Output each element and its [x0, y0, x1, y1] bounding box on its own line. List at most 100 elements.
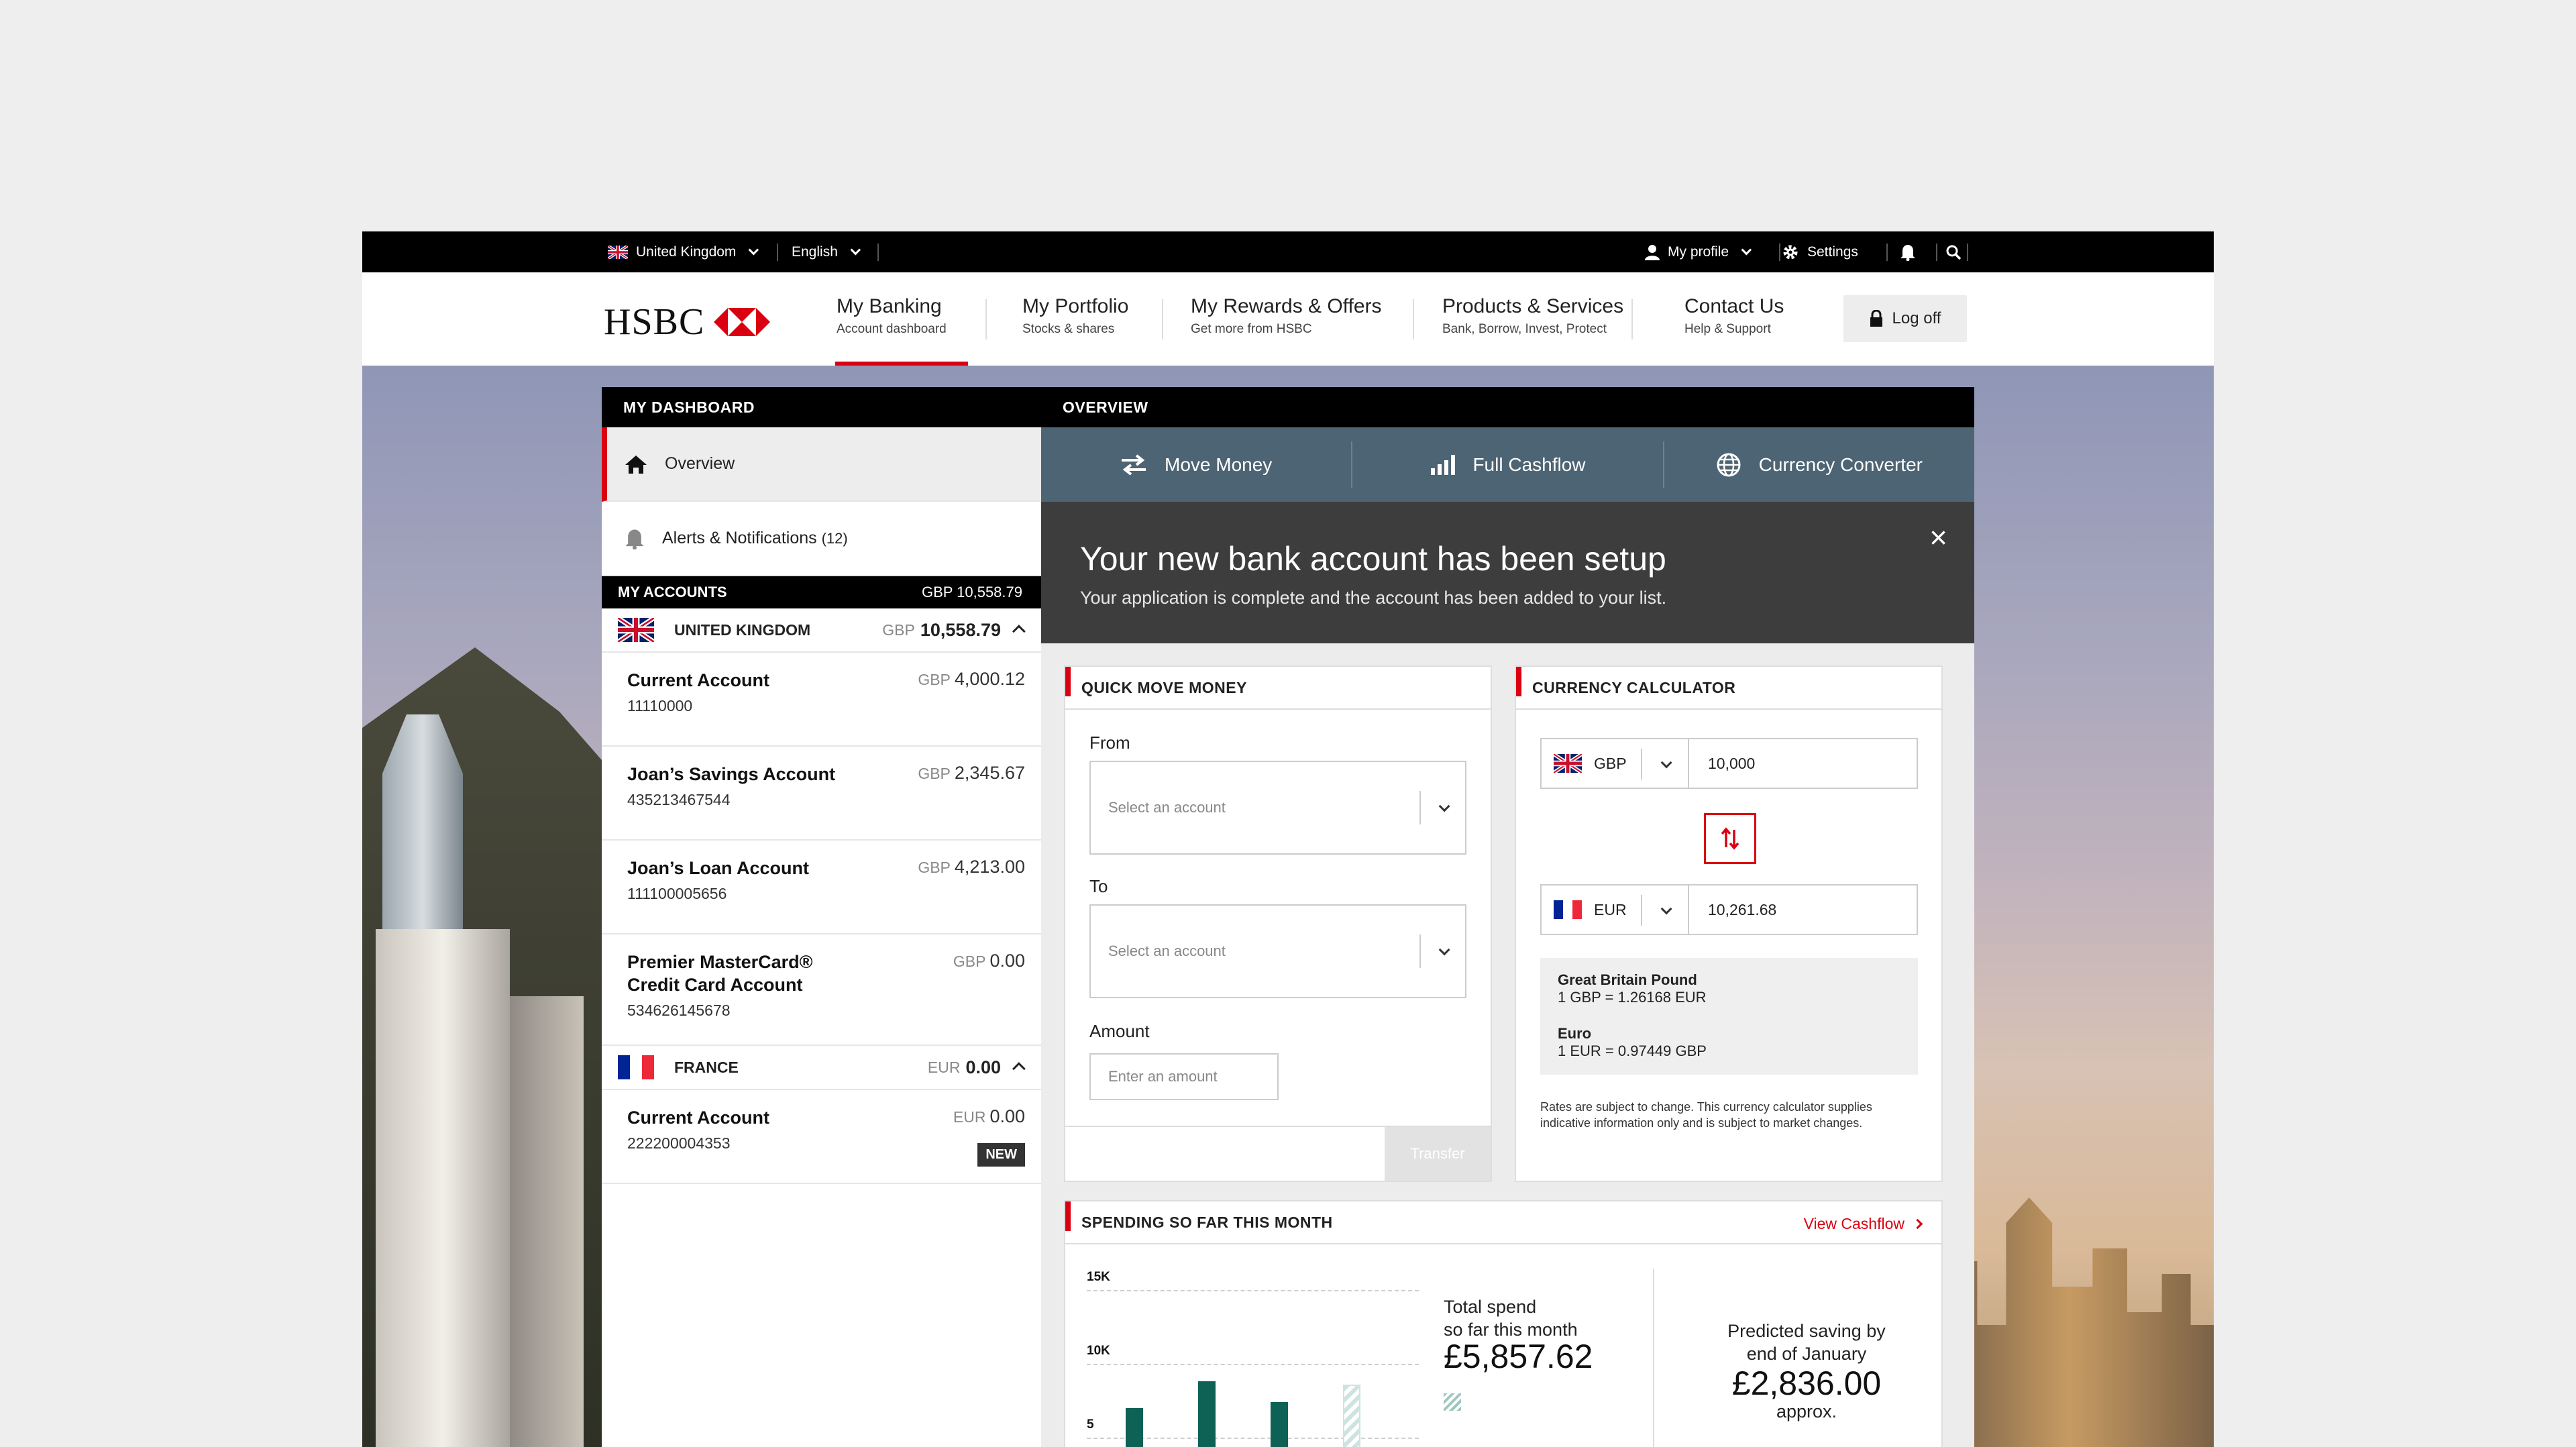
- from-currency-select[interactable]: GBP: [1542, 739, 1689, 788]
- profile-menu[interactable]: My profile: [1645, 231, 1752, 272]
- account-currency: GBP: [918, 859, 951, 876]
- from-amount-input[interactable]: 10,000: [1689, 755, 1755, 773]
- sidebar-item-label: Overview: [665, 454, 735, 473]
- banner-title: Your new bank account has been setup: [1080, 540, 1666, 578]
- person-icon: [1645, 244, 1660, 260]
- region-currency: GBP: [882, 621, 915, 639]
- nav-subtitle: Bank, Borrow, Invest, Protect: [1442, 322, 1607, 336]
- search-button[interactable]: [1945, 231, 1962, 272]
- to-currency-select[interactable]: EUR: [1542, 886, 1689, 934]
- account-amount: 4,213.00: [954, 857, 1025, 877]
- total-spend-label: Total spend: [1444, 1297, 1537, 1317]
- log-off-button[interactable]: Log off: [1843, 295, 1967, 342]
- close-icon[interactable]: ×: [1929, 519, 1947, 555]
- predicted-label: end of January: [1746, 1344, 1867, 1364]
- divider: [1967, 244, 1968, 261]
- nav-subtitle: Stocks & shares: [1022, 322, 1115, 336]
- spending-chart: 15K 10K 5: [1065, 1244, 1441, 1447]
- hsbc-banking-app: United Kingdom English My profile Settin…: [362, 231, 2214, 1447]
- divider: [1631, 299, 1633, 339]
- from-account-select[interactable]: Select an account: [1089, 761, 1466, 855]
- chevron-right-icon: [1912, 1218, 1923, 1230]
- account-number: 111100005656: [627, 885, 727, 902]
- account-number: 435213467544: [627, 791, 731, 808]
- spend-bar: [1198, 1381, 1216, 1447]
- nav-contact-us[interactable]: Contact Us Help & Support: [1684, 295, 1784, 337]
- account-item[interactable]: Current Account 222200004353 EUR 0.00 NEW: [602, 1090, 1041, 1184]
- alerts-count: (12): [821, 530, 848, 547]
- account-currency: GBP: [918, 671, 951, 688]
- chevron-down-icon: [1419, 934, 1465, 968]
- to-account-select[interactable]: Select an account: [1089, 904, 1466, 998]
- currency-code: EUR: [1594, 900, 1627, 918]
- region-france-header[interactable]: FRANCE EUR 0.00: [602, 1046, 1041, 1090]
- bell-icon: [1900, 244, 1915, 261]
- notifications-button[interactable]: [1900, 231, 1916, 272]
- hsbc-logo[interactable]: HSBC: [604, 301, 771, 343]
- bar-chart-icon: [1431, 454, 1456, 475]
- card-title: SPENDING SO FAR THIS MONTH View Cashflow: [1065, 1201, 1941, 1244]
- region-uk-header[interactable]: UNITED KINGDOM GBP 10,558.79: [602, 608, 1041, 653]
- swap-arrows-icon: [1721, 827, 1739, 850]
- transfer-button[interactable]: Transfer: [1385, 1127, 1491, 1181]
- dashboard-sidebar: MY DASHBOARD Overview Alerts & Notificat…: [602, 387, 1041, 1447]
- country-label: United Kingdom: [636, 244, 737, 260]
- nav-title: My Rewards & Offers: [1191, 295, 1382, 317]
- tool-label: Move Money: [1165, 453, 1273, 475]
- country-selector[interactable]: United Kingdom: [608, 231, 759, 272]
- banner-subtitle: Your application is complete and the acc…: [1080, 588, 1667, 608]
- amount-input[interactable]: Enter an amount: [1089, 1053, 1279, 1100]
- account-item[interactable]: Current Account 11110000 GBP 4,000.12: [602, 653, 1041, 747]
- main-navigation: HSBC My Banking Account dashboard My Por…: [362, 272, 2214, 366]
- dashboard-header: MY DASHBOARD: [602, 387, 1041, 427]
- move-money-tool[interactable]: Move Money: [1041, 441, 1351, 488]
- account-balance: GBP 0.00: [953, 951, 1025, 971]
- currency-converter-tool[interactable]: Currency Converter: [1662, 441, 1974, 488]
- nav-title: My Portfolio: [1022, 295, 1129, 317]
- to-currency-row: EUR 10,261.68: [1540, 884, 1918, 935]
- account-item[interactable]: Premier MasterCard® Credit Card Account …: [602, 934, 1041, 1046]
- sidebar-item-overview[interactable]: Overview: [602, 427, 1041, 502]
- divider: [1936, 244, 1937, 261]
- home-icon: [625, 455, 647, 474]
- divider: [1413, 299, 1414, 339]
- card-title-text: SPENDING SO FAR THIS MONTH: [1081, 1213, 1333, 1231]
- nav-title: My Banking: [837, 295, 942, 317]
- nav-my-banking[interactable]: My Banking Account dashboard: [837, 295, 947, 337]
- bell-icon: [625, 529, 644, 549]
- nav-my-portfolio[interactable]: My Portfolio Stocks & shares: [1022, 295, 1128, 337]
- nav-products-services[interactable]: Products & Services Bank, Borrow, Invest…: [1442, 295, 1623, 337]
- rate-value: 1 EUR = 0.97449 GBP: [1558, 1042, 1707, 1059]
- divider: [1886, 244, 1888, 261]
- view-cashflow-link[interactable]: View Cashflow: [1803, 1215, 1923, 1233]
- france-flag-icon: [618, 1055, 654, 1079]
- account-item[interactable]: Joan’s Loan Account 111100005656 GBP 4,21…: [602, 841, 1041, 934]
- rate-value: 1 GBP = 1.26168 EUR: [1558, 989, 1707, 1006]
- chevron-up-icon: [1012, 625, 1026, 639]
- nav-my-rewards[interactable]: My Rewards & Offers Get more from HSBC: [1191, 295, 1382, 337]
- swap-currencies-button[interactable]: [1704, 813, 1756, 864]
- predicted-spend-bar: [1343, 1384, 1360, 1447]
- full-cashflow-tool[interactable]: Full Cashflow: [1351, 441, 1662, 488]
- sidebar-item-alerts[interactable]: Alerts & Notifications (12): [602, 502, 1041, 576]
- divider: [985, 299, 987, 339]
- account-amount: 2,345.67: [954, 763, 1025, 783]
- to-amount-input[interactable]: 10,261.68: [1689, 901, 1776, 919]
- building-shape: [376, 929, 510, 1447]
- account-setup-banner: Your new bank account has been setup You…: [1041, 502, 1974, 643]
- account-name-line2: Credit Card Account: [627, 975, 803, 995]
- select-placeholder: Select an account: [1108, 799, 1226, 816]
- y-tick: 10K: [1087, 1344, 1110, 1358]
- divider: [1653, 1269, 1654, 1447]
- hexagon-logo-icon: [714, 308, 771, 336]
- account-currency: GBP: [953, 953, 986, 970]
- link-label: View Cashflow: [1803, 1215, 1904, 1232]
- tool-label: Currency Converter: [1758, 453, 1923, 475]
- settings-link[interactable]: Settings: [1782, 231, 1858, 272]
- chevron-down-icon: [748, 244, 759, 256]
- account-item[interactable]: Joan’s Savings Account 435213467544 GBP 2…: [602, 747, 1041, 841]
- gridline: [1087, 1364, 1419, 1365]
- region-name: FRANCE: [674, 1058, 739, 1076]
- language-selector[interactable]: English: [792, 231, 861, 272]
- account-amount: 0.00: [989, 951, 1025, 971]
